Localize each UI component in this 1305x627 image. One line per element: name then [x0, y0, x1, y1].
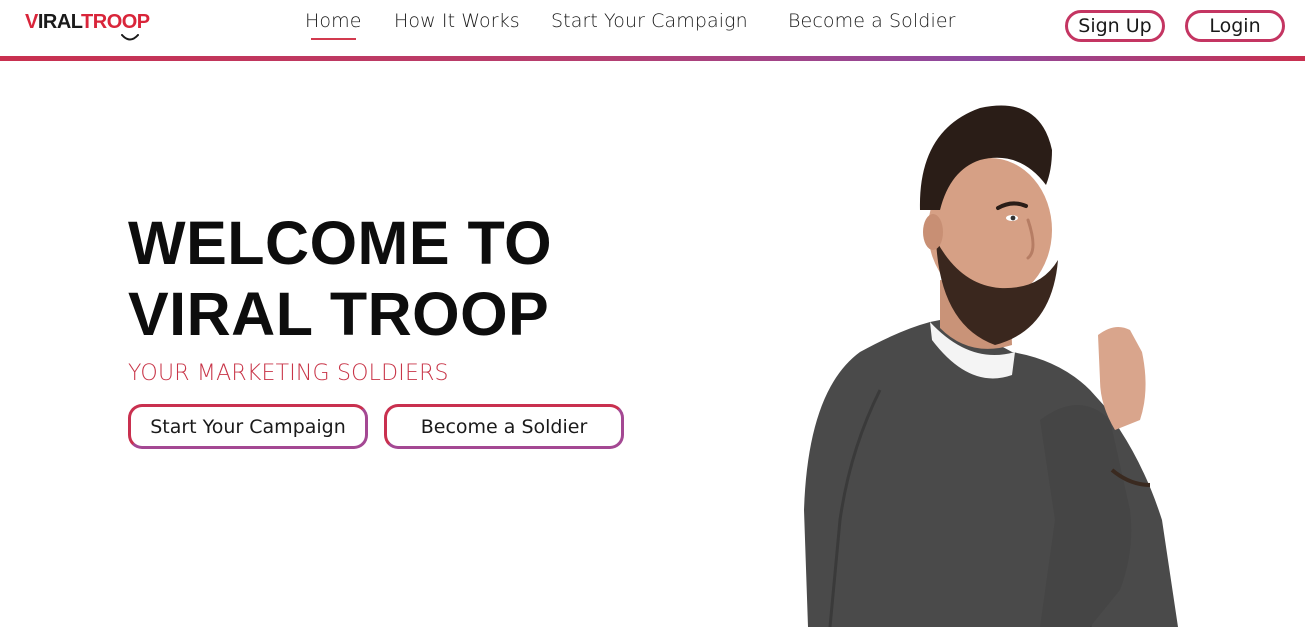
- sign-up-button[interactable]: Sign Up: [1065, 10, 1165, 42]
- nav-link-how-it-works[interactable]: How It Works: [394, 10, 520, 32]
- landing-page: VIRALTROOP Home How It Works Start Your …: [0, 0, 1305, 627]
- logo-wordmark: VIRALTROOP: [25, 11, 150, 34]
- become-soldier-button[interactable]: Become a Soldier: [384, 404, 624, 449]
- nav-link-become-soldier[interactable]: Become a Soldier: [788, 10, 956, 32]
- logo-letter-v: V: [25, 11, 38, 33]
- start-campaign-button[interactable]: Start Your Campaign: [128, 404, 368, 449]
- logo-letters-troop: TROOP: [81, 11, 150, 33]
- navbar-gradient-divider: [0, 56, 1305, 61]
- top-navbar: VIRALTROOP Home How It Works Start Your …: [0, 0, 1305, 56]
- smile-icon: [121, 34, 139, 41]
- logo-letters-iral: IRAL: [37, 11, 82, 33]
- hero-title: WELCOME TO VIRAL TROOP: [128, 208, 552, 350]
- hero-title-line-1: WELCOME TO: [128, 209, 553, 277]
- bearded-man-photo-icon: [804, 105, 1178, 627]
- viral-troop-logo[interactable]: VIRALTROOP: [25, 8, 175, 42]
- hero-subtitle: YOUR MARKETING SOLDIERS: [128, 361, 449, 386]
- nav-link-home[interactable]: Home: [305, 10, 362, 40]
- login-button[interactable]: Login: [1185, 10, 1285, 42]
- nav-link-start-campaign[interactable]: Start Your Campaign: [551, 10, 748, 32]
- hero-title-line-2: VIRAL TROOP: [128, 280, 550, 348]
